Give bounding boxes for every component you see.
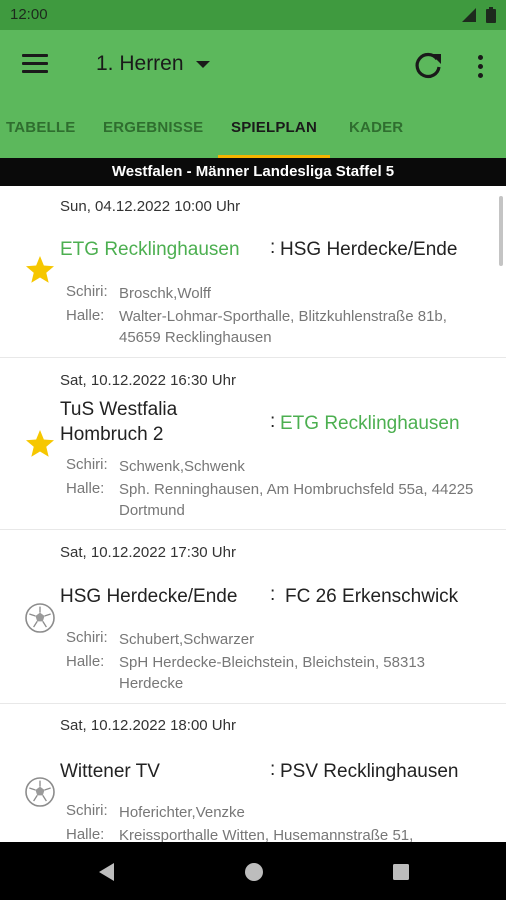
referee-label: Schiri: (66, 283, 108, 300)
away-team: HSG Herdecke/Ende (280, 239, 458, 260)
score-separator: : (270, 759, 276, 780)
match-date: Sat, 10.12.2022 18:00 Uhr (60, 717, 236, 734)
menu-icon[interactable] (22, 54, 48, 76)
match-date: Sat, 10.12.2022 17:30 Uhr (60, 544, 236, 561)
match-date: Sat, 10.12.2022 16:30 Uhr (60, 372, 236, 389)
referee-value: Schwenk,Schwenk (119, 458, 245, 475)
home-team: HSG Herdecke/Ende (60, 586, 238, 607)
tab-tabelle[interactable]: TABELLE (6, 108, 75, 158)
app-bar: 1. Herren TABELLE ERGEBNISSE SPIELPLAN K… (0, 30, 506, 158)
venue-label: Halle: (66, 307, 105, 324)
match-item[interactable]: Sat, 10.12.2022 16:30 Uhr TuS Westfalia … (0, 358, 506, 530)
status-icons (462, 7, 496, 23)
back-icon[interactable] (96, 861, 118, 883)
team-dropdown-label: 1. Herren (96, 52, 184, 75)
venue-label: Halle: (66, 653, 105, 670)
venue-value: Kreissporthalle Witten, Husemannstraße 5… (119, 827, 414, 842)
home-team: ETG Recklinghausen (60, 239, 240, 260)
away-team: ETG Recklinghausen (280, 413, 460, 434)
score-separator: : (270, 411, 276, 432)
recents-icon[interactable] (390, 861, 412, 883)
status-bar: 12:00 (0, 0, 506, 30)
score-separator: : (270, 584, 276, 605)
away-team: PSV Recklinghausen (280, 761, 459, 782)
ball-icon (25, 777, 55, 807)
team-dropdown[interactable]: 1. Herren (96, 52, 210, 76)
away-team: FC 26 Erkenschwick (285, 586, 459, 607)
match-list[interactable]: Sun, 04.12.2022 10:00 Uhr ETG Recklingha… (0, 186, 506, 842)
more-options-icon[interactable] (470, 52, 490, 80)
tab-ergebnisse[interactable]: ERGEBNISSE (103, 108, 203, 158)
home-team: TuS Westfalia Hombruch 2 (60, 399, 178, 445)
match-date: Sun, 04.12.2022 10:00 Uhr (60, 198, 241, 215)
star-icon (26, 430, 54, 457)
match-item[interactable]: Sun, 04.12.2022 10:00 Uhr ETG Recklingha… (0, 186, 506, 358)
refresh-icon[interactable] (412, 50, 444, 82)
ball-icon (25, 603, 55, 633)
tab-kader[interactable]: KADER (349, 108, 403, 158)
venue-value: SpH Herdecke-Bleichstein, Bleichstein, 5… (119, 654, 425, 692)
chevron-down-icon (195, 60, 210, 68)
home-icon[interactable] (243, 861, 265, 883)
referee-label: Schiri: (66, 802, 108, 819)
status-time: 12:00 (10, 6, 48, 23)
signal-icon (462, 8, 476, 22)
referee-value: Hoferichter,Venzke (119, 804, 245, 821)
venue-value: Walter-Lohmar-Sporthalle, Blitzkuhlenstr… (119, 308, 447, 346)
tab-bar: TABELLE ERGEBNISSE SPIELPLAN KADER (0, 108, 506, 158)
star-icon (26, 256, 54, 283)
system-nav-bar (0, 842, 506, 900)
referee-label: Schiri: (66, 629, 108, 646)
referee-label: Schiri: (66, 456, 108, 473)
venue-value: Sph. Renninghausen, Am Hombruchsfeld 55a… (119, 481, 474, 519)
venue-label: Halle: (66, 480, 105, 497)
battery-icon (486, 7, 496, 23)
match-item[interactable]: Sat, 10.12.2022 17:30 Uhr HSG Herdecke/E… (0, 530, 506, 704)
referee-value: Schubert,Schwarzer (119, 631, 255, 648)
home-team: Wittener TV (60, 761, 160, 782)
venue-label: Halle: (66, 826, 105, 842)
score-separator: : (270, 237, 276, 258)
league-title: Westfalen - Männer Landesliga Staffel 5 (0, 158, 506, 186)
match-item[interactable]: Sat, 10.12.2022 18:00 Uhr Wittener TV : … (0, 704, 506, 842)
tab-spielplan[interactable]: SPIELPLAN (218, 108, 330, 158)
referee-value: Broschk,Wolff (119, 285, 211, 302)
